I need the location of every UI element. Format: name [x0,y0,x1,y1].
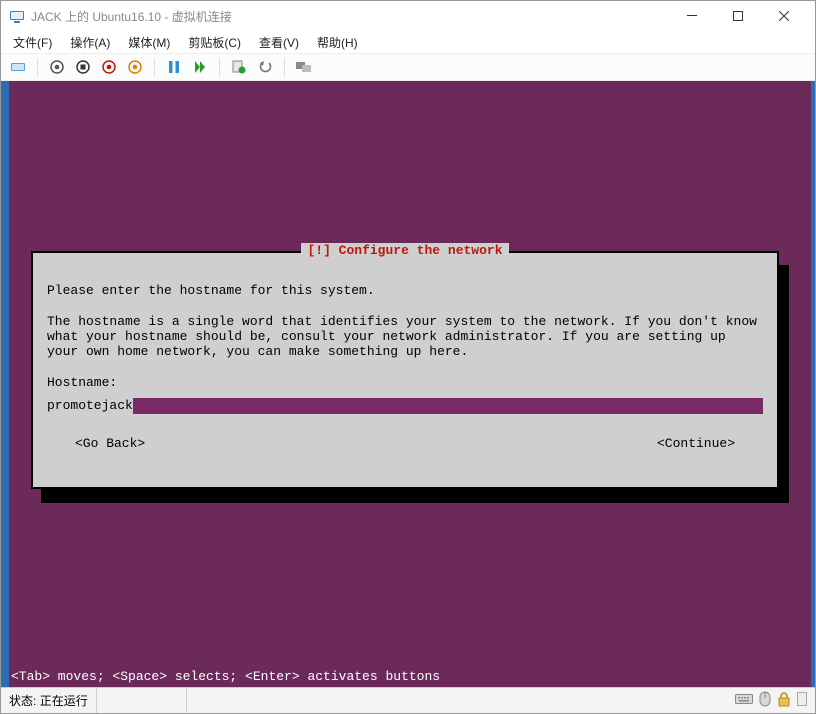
app-icon [9,8,25,24]
hostname-value: promotejack [47,398,133,414]
reset-icon [194,61,206,73]
lock-icon [777,691,791,710]
toolbar-separator [37,58,38,76]
minimize-icon [687,11,697,21]
dialog-box: [!] Configure the network Please enter t… [31,251,779,489]
turnoff-button[interactable] [72,56,94,78]
installer-footer-hint: <Tab> moves; <Space> selects; <Enter> ac… [9,669,811,687]
status-label: 状态: [9,692,36,709]
ctrl-alt-del-button[interactable] [7,56,29,78]
ctrl-alt-del-icon [10,59,26,75]
ubuntu-installer-console: [!] Configure the network Please enter t… [9,81,811,687]
toolbar-separator [219,58,220,76]
menu-media[interactable]: 媒体(M) [122,32,176,53]
turnoff-icon [76,60,90,74]
dialog-button-row: <Go Back> <Continue> [47,436,763,451]
status-icons [735,691,815,710]
statusbar: 状态: 正在运行 [1,687,815,713]
dialog-description-text: The hostname is a single word that ident… [47,314,763,359]
close-button[interactable] [761,1,807,31]
titlebar: JACK 上的 Ubuntu16.10 - 虚拟机连接 [1,1,815,31]
toolbar-separator [284,58,285,76]
checkpoint-icon [232,60,246,74]
hostname-input[interactable]: promotejack [47,398,763,414]
pause-icon [168,61,180,73]
maximize-button[interactable] [715,1,761,31]
shutdown-button[interactable] [98,56,120,78]
menu-view[interactable]: 查看(V) [253,32,305,53]
maximize-icon [733,11,743,21]
shutdown-icon [102,60,116,74]
vm-display-area[interactable]: [!] Configure the network Please enter t… [1,81,815,687]
minimize-button[interactable] [669,1,715,31]
menu-action[interactable]: 操作(A) [64,32,116,53]
configure-network-dialog: [!] Configure the network Please enter t… [31,251,779,489]
status-value: 正在运行 [40,692,88,709]
start-icon [50,60,64,74]
enhanced-session-button[interactable] [293,56,315,78]
menu-clipboard[interactable]: 剪贴板(C) [182,32,247,53]
status-cell: 状态: 正在运行 [1,688,97,713]
menubar: 文件(F) 操作(A) 媒体(M) 剪贴板(C) 查看(V) 帮助(H) [1,31,815,53]
desktop-edge-left [1,81,9,687]
reset-button[interactable] [189,56,211,78]
hyperv-vmconnect-window: JACK 上的 Ubuntu16.10 - 虚拟机连接 文件(F) 操作(A) … [0,0,816,714]
start-button[interactable] [46,56,68,78]
menu-file[interactable]: 文件(F) [7,32,58,53]
save-icon [128,60,142,74]
statusbar-extra-icon [797,692,807,709]
hostname-label: Hostname: [47,375,763,390]
revert-button[interactable] [254,56,276,78]
dialog-title-wrap: [!] Configure the network [33,243,777,258]
dialog-title: [!] Configure the network [301,243,508,258]
desktop-edge-right [811,81,815,687]
close-icon [779,11,789,21]
dialog-intro-text: Please enter the hostname for this syste… [47,283,763,298]
pause-button[interactable] [163,56,185,78]
mouse-icon [759,691,771,710]
toolbar-separator [154,58,155,76]
keyboard-icon [735,692,753,709]
window-title: JACK 上的 Ubuntu16.10 - 虚拟机连接 [31,8,669,25]
continue-button[interactable]: <Continue> [657,436,735,451]
revert-icon [258,60,272,74]
status-empty-cell [97,688,187,713]
toolbar [1,53,815,81]
checkpoint-button[interactable] [228,56,250,78]
menu-help[interactable]: 帮助(H) [311,32,364,53]
enhanced-session-icon [296,60,312,74]
save-button[interactable] [124,56,146,78]
go-back-button[interactable]: <Go Back> [75,436,145,451]
